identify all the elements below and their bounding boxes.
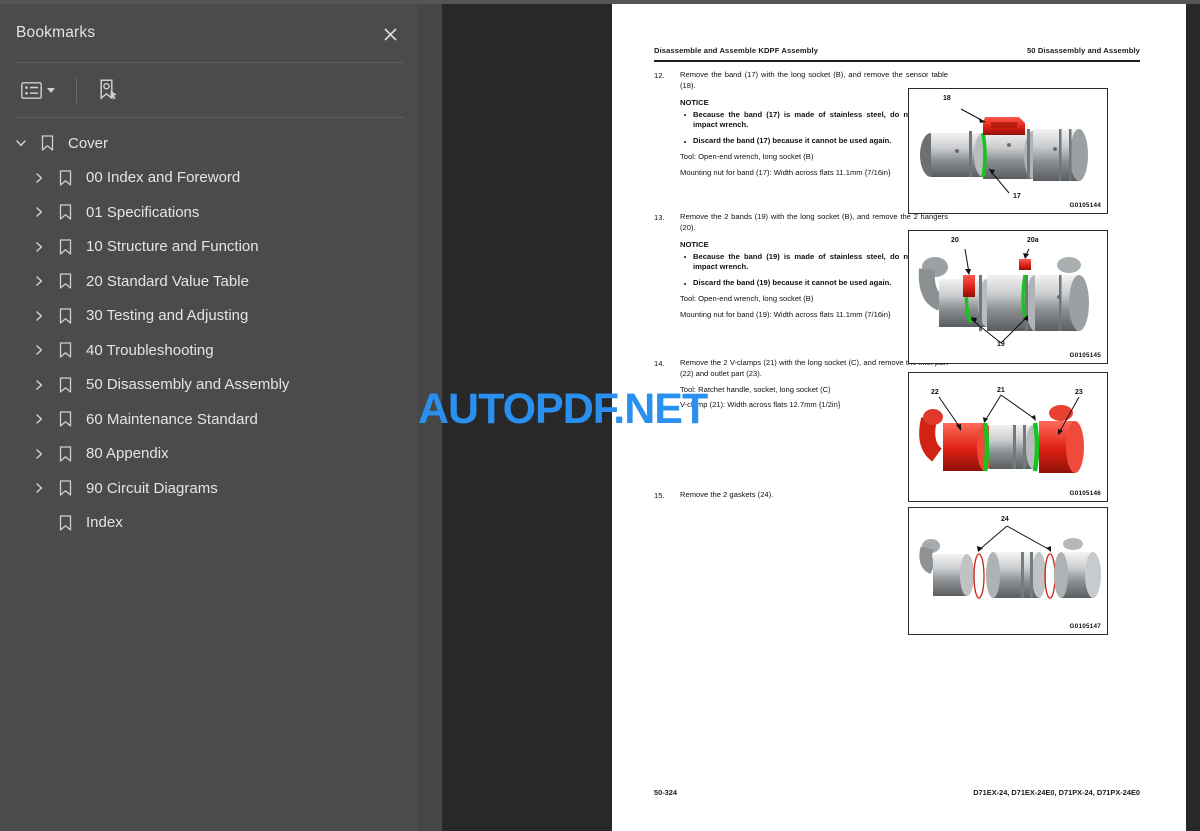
bookmark-item-20-standard-value-table[interactable]: 20 Standard Value Table: [0, 264, 418, 299]
chevron-down-icon[interactable]: [8, 137, 34, 149]
bookmark-item-80-appendix[interactable]: 80 Appendix: [0, 437, 418, 472]
chevron-right-icon[interactable]: [26, 448, 52, 460]
kdpf-gasket-exploded-illustration: [919, 525, 1101, 599]
chevron-right-icon[interactable]: [26, 275, 52, 287]
figure-g0105147: 24 G0105147: [908, 507, 1108, 635]
figure-callout: 22: [931, 389, 939, 396]
chevron-right-icon[interactable]: [26, 344, 52, 356]
close-glyph: [383, 27, 397, 41]
figure-g0105146: 22 21 23 G0105146: [908, 372, 1108, 502]
figure-callout: 17: [1013, 193, 1021, 200]
bookmark-item-10-structure-and-function[interactable]: 10 Structure and Function: [0, 230, 418, 265]
page-running-footer: 50-324 D71EX-24, D71EX-24E0, D71PX-24, D…: [654, 788, 1140, 797]
bookmark-item-label: 30 Testing and Adjusting: [86, 307, 249, 325]
bookmark-item-60-maintenance-standard[interactable]: 60 Maintenance Standard: [0, 402, 418, 437]
bookmark-item-label: 80 Appendix: [86, 445, 169, 463]
bookmark-icon: [52, 170, 78, 186]
step-number: 15.: [654, 490, 665, 500]
figure-callout: 20: [951, 237, 959, 244]
figure-id: G0105147: [1069, 623, 1101, 630]
bookmark-tree: Cover 00 Index and Foreword 01 Specificati…: [0, 118, 418, 540]
bookmark-icon: [52, 308, 78, 324]
figure-id: G0105145: [1069, 352, 1101, 359]
figure-callout: 19: [997, 341, 1005, 348]
close-icon[interactable]: [376, 20, 404, 48]
bookmark-icon: [52, 239, 78, 255]
kdpf-assembly-illustration-1: [920, 108, 1088, 194]
bookmark-item-label: 01 Specifications: [86, 203, 200, 221]
chevron-right-icon[interactable]: [26, 172, 52, 184]
step-number: 13.: [654, 212, 665, 222]
header-right-text: 50 Disassembly and Assembly: [1026, 46, 1140, 55]
procedure-step: 12. Remove the band (17) with the long so…: [654, 70, 948, 178]
chevron-right-icon[interactable]: [26, 241, 52, 253]
bookmark-item-label: 40 Troubleshooting: [86, 341, 214, 359]
bookmark-icon: [52, 377, 78, 393]
bookmark-item-50-disassembly-and-assembly[interactable]: 50 Disassembly and Assembly: [0, 368, 418, 403]
figure-callout: 20a: [1027, 237, 1039, 244]
figure-callout: 24: [1001, 516, 1009, 523]
bookmarks-toolbar: [0, 63, 418, 117]
figure-g0105145: 20 20a 19 G0105145: [908, 230, 1108, 364]
bookmark-item-label: 20 Standard Value Table: [86, 272, 249, 290]
figure-id: G0105146: [1069, 490, 1101, 497]
bookmark-pointer-icon[interactable]: [95, 76, 121, 104]
pdf-viewer-window: Bookmarks Cover 00 Index and Foreword 01…: [0, 0, 1200, 831]
model-list: D71EX-24, D71EX-24E0, D71PX-24, D71PX-24…: [973, 788, 1140, 797]
bookmark-icon: [52, 342, 78, 358]
chevron-right-icon[interactable]: [26, 206, 52, 218]
step-number: 12.: [654, 70, 665, 80]
figure-id: G0105144: [1069, 202, 1101, 209]
bookmark-item-label: 50 Disassembly and Assembly: [86, 376, 290, 394]
step-number: 14.: [654, 358, 665, 368]
bookmark-item-label: 60 Maintenance Standard: [86, 410, 258, 428]
figure-callout: 21: [997, 387, 1005, 394]
list-options-icon[interactable]: [18, 79, 58, 102]
figure-g0105144: 18 17 G0105144: [908, 88, 1108, 214]
chevron-right-icon[interactable]: [26, 310, 52, 322]
chevron-right-icon[interactable]: [26, 413, 52, 425]
chevron-right-icon[interactable]: [26, 379, 52, 391]
bookmark-item-label: Cover: [68, 134, 109, 152]
header-left-text: Disassemble and Assemble KDPF Assembly: [654, 46, 819, 55]
bookmark-icon: [52, 515, 78, 531]
bookmarks-sidebar: Bookmarks Cover 00 Index and Foreword 01…: [0, 0, 418, 831]
bookmark-icon: [52, 446, 78, 462]
figure-callout: 18: [943, 95, 951, 102]
bookmark-icon: [52, 204, 78, 220]
bookmark-item-label: 00 Index and Foreword: [86, 169, 241, 187]
header-rule: [654, 60, 1140, 62]
bookmark-item-label: 10 Structure and Function: [86, 238, 259, 256]
toolbar-separator: [76, 77, 77, 103]
bookmark-icon: [52, 480, 78, 496]
bookmark-icon: [34, 135, 60, 151]
procedure-step: 14. Remove the 2 V-clamps (21) with the l…: [654, 358, 948, 411]
bookmark-item-cover[interactable]: Cover: [0, 126, 418, 161]
bookmark-item-40-troubleshooting[interactable]: 40 Troubleshooting: [0, 333, 418, 368]
bookmark-item-label: 90 Circuit Diagrams: [86, 479, 218, 497]
kdpf-assembly-illustration-2: [918, 248, 1089, 344]
page-number: 50-324: [654, 788, 678, 797]
figure-callout: 23: [1075, 389, 1083, 396]
bookmark-item-00-index-and-foreword[interactable]: 00 Index and Foreword: [0, 161, 418, 196]
pdf-page: Disassemble and Assemble KDPF Assembly 5…: [612, 4, 1186, 831]
list-options-glyph: [21, 81, 42, 99]
bookmark-item-label: Index: [86, 514, 123, 532]
viewer-left-gutter: [418, 0, 442, 831]
procedure-step: 13. Remove the 2 bands (19) with the long…: [654, 212, 948, 320]
new-bookmark-glyph: [100, 79, 117, 100]
bookmark-item-30-testing-and-adjusting[interactable]: 30 Testing and Adjusting: [0, 299, 418, 334]
procedure-step: 15. Remove the 2 gaskets (24).: [654, 490, 948, 501]
bookmarks-panel-title: Bookmarks: [16, 24, 96, 41]
bookmarks-header: Bookmarks: [0, 4, 418, 62]
bookmark-icon: [52, 411, 78, 427]
bookmark-item-90-circuit-diagrams[interactable]: 90 Circuit Diagrams: [0, 471, 418, 506]
bookmark-item-01-specifications[interactable]: 01 Specifications: [0, 195, 418, 230]
chevron-right-icon[interactable]: [26, 482, 52, 494]
bookmark-icon: [52, 273, 78, 289]
chevron-down-icon: [47, 87, 55, 93]
bookmark-item-index[interactable]: Index: [0, 506, 418, 541]
page-running-header: Disassemble and Assemble KDPF Assembly 5…: [654, 46, 1140, 55]
